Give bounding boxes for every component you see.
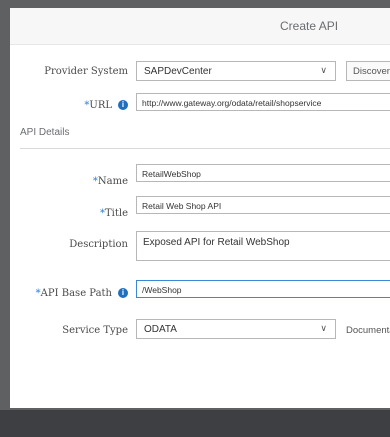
name-label: *Name <box>92 176 128 187</box>
chevron-down-icon: ∨ <box>320 323 327 333</box>
dialog-title: Create API <box>280 19 339 33</box>
provider-system-value: SAPDevCenter <box>144 66 212 77</box>
provider-system-label: Provider System <box>44 66 128 77</box>
dialog-header: Create API <box>10 8 390 45</box>
service-type-value: ODATA <box>144 324 177 335</box>
provider-system-select[interactable]: SAPDevCenter ∨ <box>136 61 336 81</box>
description-label: Description <box>69 239 128 250</box>
info-icon[interactable]: i <box>118 288 128 298</box>
section-title-api-details: API Details <box>20 127 70 138</box>
title-label: *Title <box>99 208 128 219</box>
description-textarea[interactable]: Exposed API for Retail WebShop <box>136 231 390 261</box>
chevron-down-icon: ∨ <box>320 65 327 75</box>
discover-button[interactable]: Discover 3 <box>346 61 390 81</box>
url-label: *URL <box>84 100 112 111</box>
url-input[interactable]: http://www.gateway.org/odata/retail/shop… <box>136 93 390 111</box>
service-type-select[interactable]: ODATA ∨ <box>136 319 336 339</box>
section-divider <box>20 148 390 149</box>
service-type-label: Service Type <box>62 325 128 336</box>
documentation-link[interactable]: Documentati <box>346 325 390 336</box>
name-input[interactable]: RetailWebShop <box>136 164 390 182</box>
title-input[interactable]: Retail Web Shop API <box>136 196 390 214</box>
base-path-label: *API Base Path <box>35 288 112 299</box>
dialog-footer <box>0 410 390 437</box>
create-api-dialog: Create API Provider System SAPDevCenter … <box>10 8 390 408</box>
base-path-input[interactable]: /WebShop <box>136 280 390 298</box>
info-icon[interactable]: i <box>118 100 128 110</box>
